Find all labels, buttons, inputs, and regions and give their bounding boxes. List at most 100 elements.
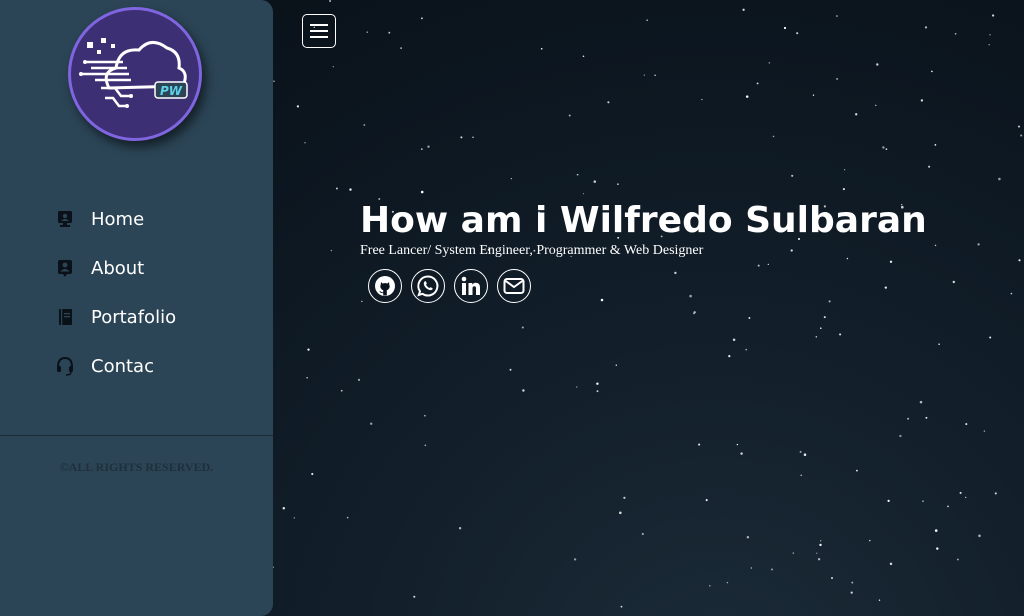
star: [792, 552, 795, 554]
star: [889, 260, 893, 264]
star: [732, 338, 736, 342]
sidebar: PW Home About Portafolio Contac ©ALL RIG…: [0, 0, 273, 616]
star: [920, 99, 924, 102]
star: [936, 547, 939, 550]
star: [988, 43, 990, 46]
star: [803, 453, 807, 456]
email-link[interactable]: [497, 269, 531, 303]
star: [705, 499, 708, 502]
sidebar-item-portafolio[interactable]: Portafolio: [54, 303, 176, 331]
star: [799, 450, 802, 453]
star: [330, 249, 333, 252]
cloud-circuit-logo-icon: PW: [79, 38, 188, 108]
star: [698, 443, 701, 446]
github-link[interactable]: [368, 269, 402, 303]
star: [991, 14, 995, 17]
copyright-text: ©ALL RIGHTS RESERVED.: [59, 460, 214, 474]
star: [311, 472, 314, 476]
star: [1010, 292, 1013, 295]
star: [363, 124, 366, 126]
star: [957, 558, 959, 561]
star: [620, 605, 623, 608]
sidebar-item-label: Portafolio: [91, 306, 177, 328]
star: [582, 55, 585, 58]
star: [836, 78, 838, 80]
star: [816, 552, 818, 554]
star: [989, 336, 992, 339]
star: [736, 443, 739, 446]
star: [836, 15, 838, 17]
star: [369, 422, 373, 425]
hamburger-icon: [310, 24, 328, 26]
star: [424, 444, 427, 447]
star: [427, 145, 430, 148]
whatsapp-link[interactable]: [411, 269, 445, 303]
star: [522, 389, 525, 392]
star: [740, 452, 743, 455]
sidebar-item-about[interactable]: About: [54, 254, 176, 282]
sidebar-item-contac[interactable]: Contac: [54, 352, 176, 380]
star: [855, 469, 858, 472]
star: [934, 529, 938, 532]
star: [907, 417, 910, 420]
headset-icon: [54, 355, 76, 377]
star: [965, 496, 967, 499]
star: [460, 136, 463, 139]
star: [885, 148, 888, 150]
star: [756, 82, 759, 85]
star: [965, 423, 968, 426]
star: [931, 70, 933, 73]
star: [641, 532, 644, 536]
star: [922, 500, 924, 502]
star: [420, 17, 423, 20]
star: [596, 390, 599, 393]
star: [420, 148, 423, 151]
sidebar-item-home[interactable]: Home: [54, 205, 176, 233]
site-logo[interactable]: PW: [68, 7, 202, 141]
star: [400, 47, 402, 49]
star: [509, 368, 512, 371]
star: [919, 400, 923, 404]
github-icon: [375, 276, 395, 296]
star: [875, 104, 877, 107]
star: [349, 188, 352, 191]
star: [346, 516, 349, 519]
star: [924, 26, 928, 29]
star: [726, 581, 729, 584]
sidebar-nav: Home About Portafolio Contac: [54, 205, 176, 401]
star: [869, 539, 871, 542]
star: [366, 31, 368, 33]
star: [819, 327, 822, 330]
hamburger-menu-button[interactable]: [302, 14, 336, 48]
page-title: How am i Wilfredo Sulbaran: [360, 200, 927, 241]
star: [851, 581, 854, 584]
star: [617, 183, 619, 185]
star: [934, 144, 937, 146]
star: [424, 414, 426, 417]
star: [573, 558, 577, 561]
star: [540, 47, 543, 50]
star: [307, 348, 310, 351]
star: [998, 177, 1001, 181]
star: [925, 416, 928, 419]
star: [689, 294, 692, 298]
star: [521, 326, 524, 329]
star: [748, 317, 751, 319]
star: [413, 595, 416, 598]
star: [593, 180, 597, 183]
star: [742, 8, 745, 11]
star: [783, 26, 787, 30]
star: [1020, 134, 1023, 137]
linkedin-link[interactable]: [454, 269, 488, 303]
star: [646, 19, 648, 21]
star: [746, 536, 750, 539]
star: [304, 142, 306, 144]
star: [576, 173, 579, 176]
star: [472, 136, 474, 138]
star: [771, 568, 773, 571]
star: [815, 336, 818, 338]
star: [983, 430, 986, 432]
star: [884, 286, 887, 289]
star: [876, 63, 879, 66]
star: [947, 505, 949, 508]
